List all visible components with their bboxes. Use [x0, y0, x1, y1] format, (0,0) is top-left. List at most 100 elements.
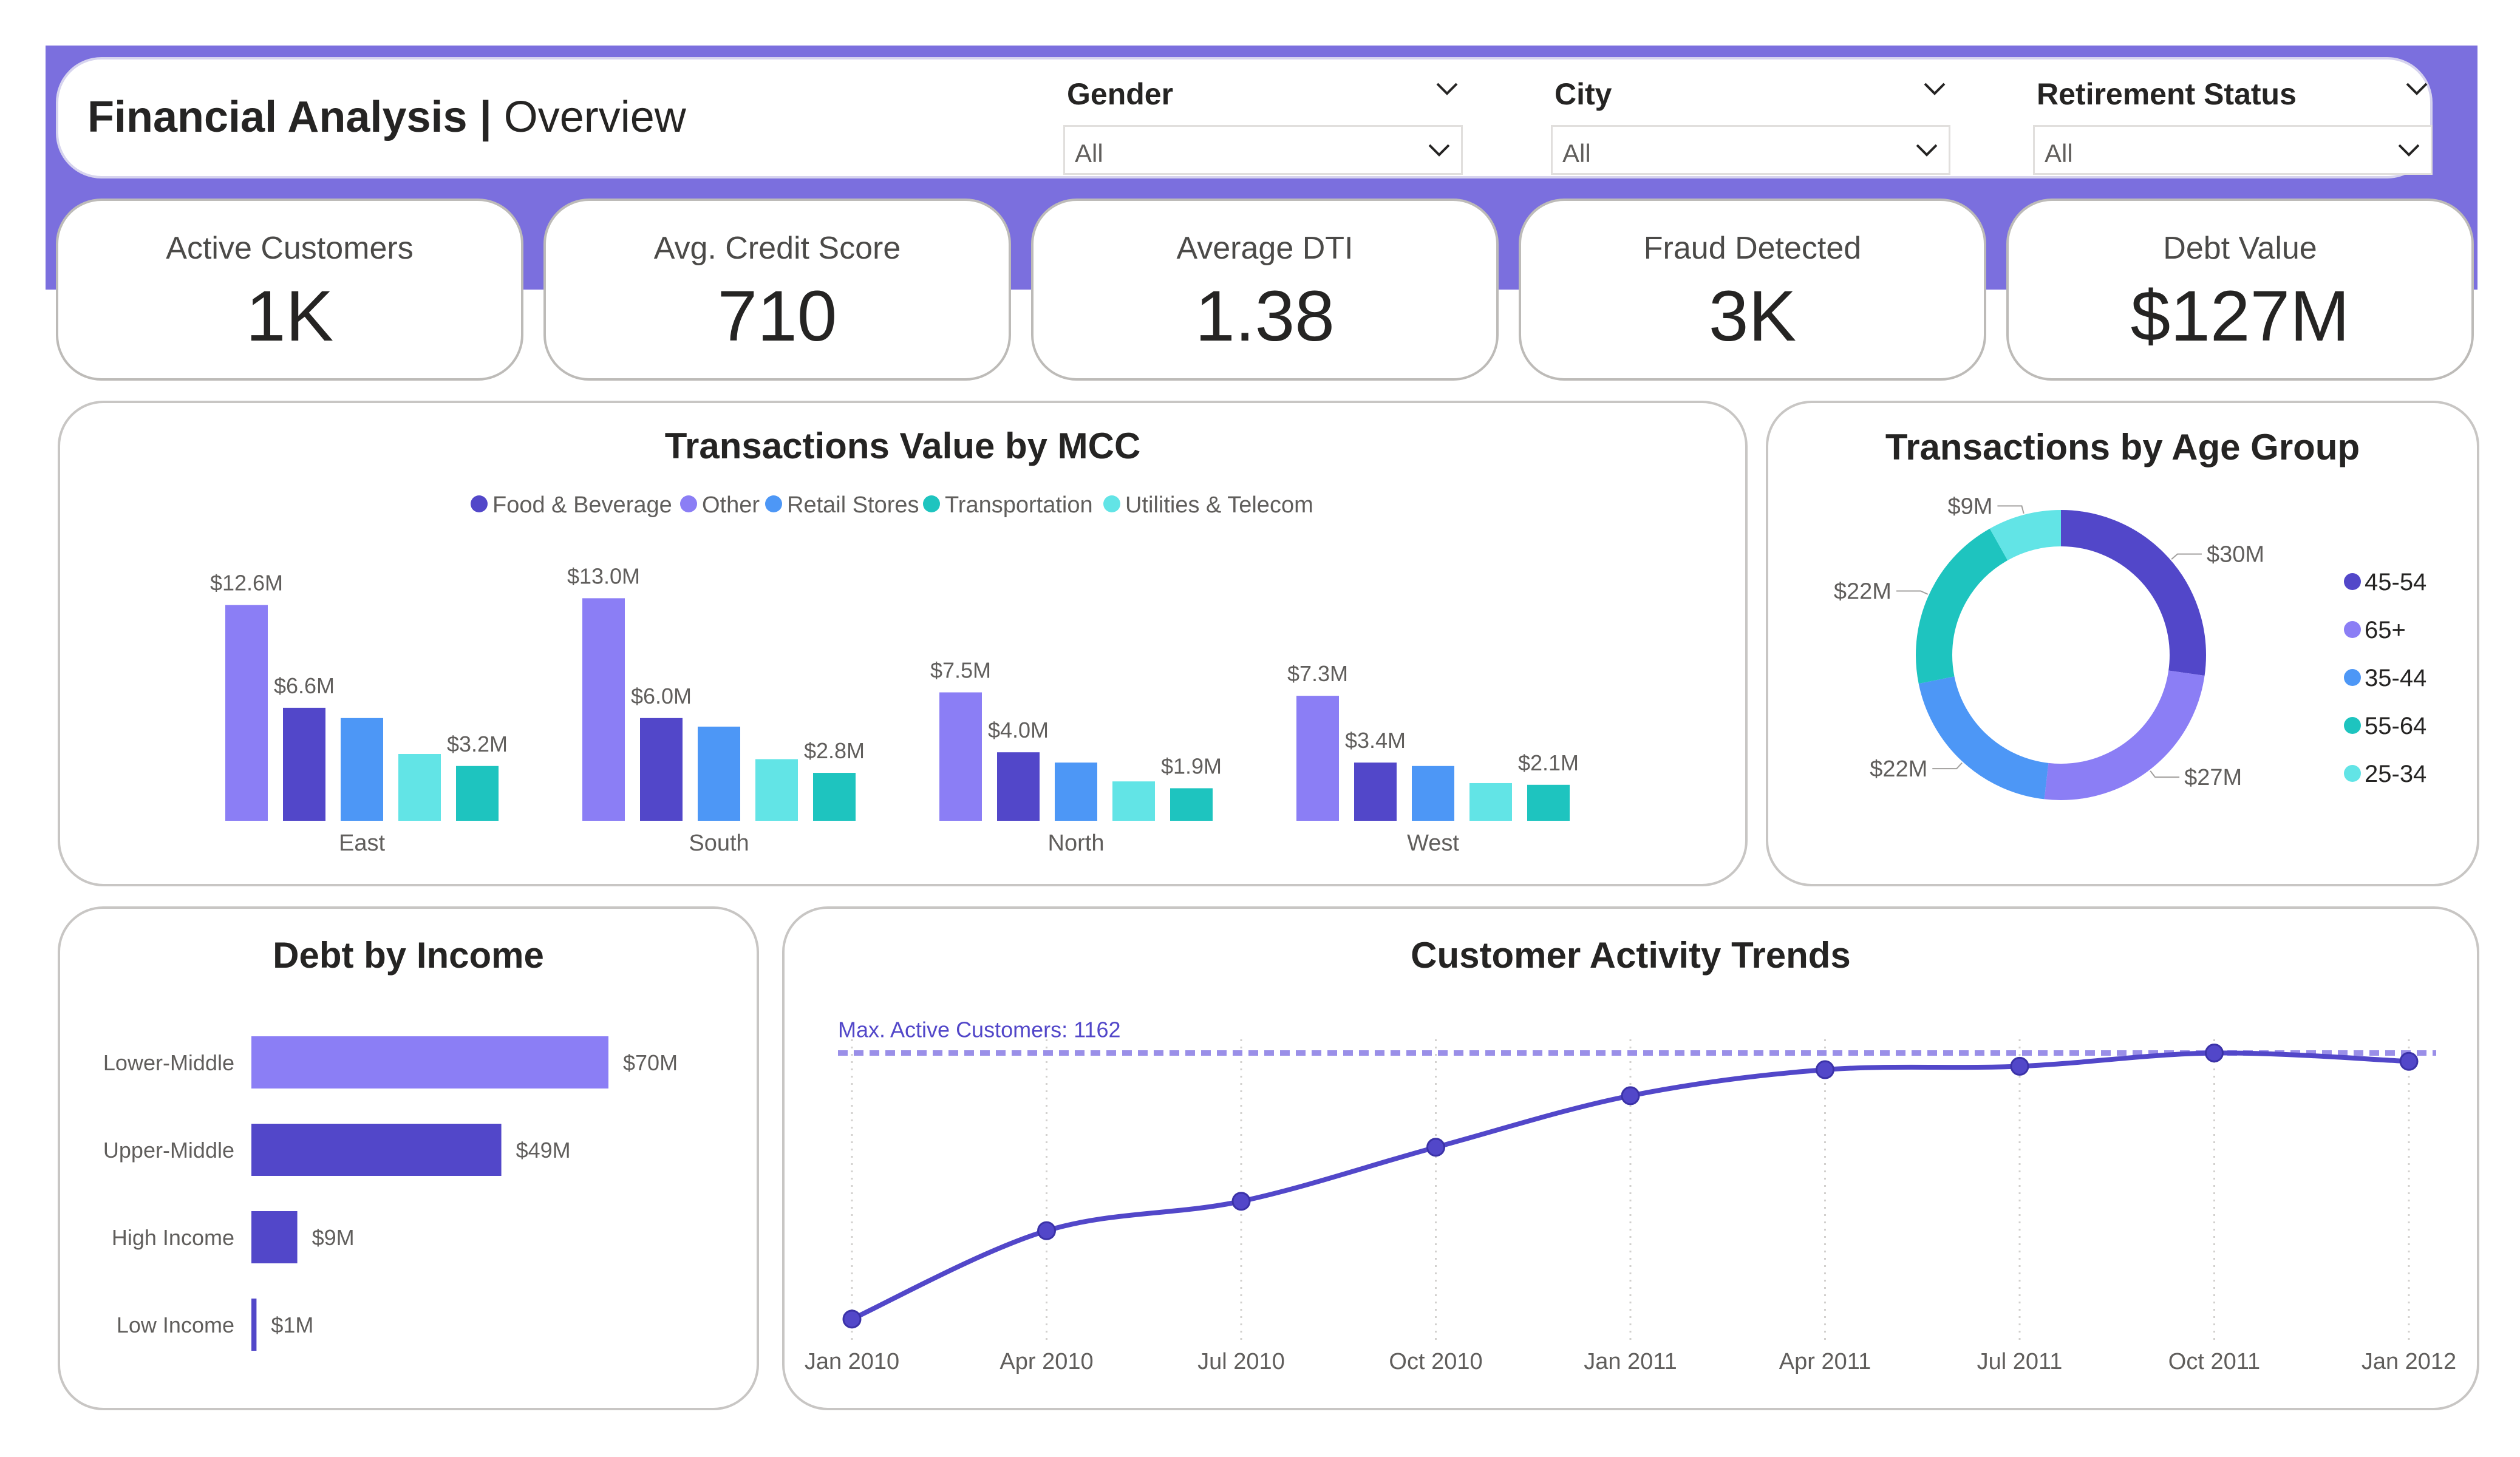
legend-marker	[923, 495, 940, 512]
legend-label: 25-34	[2365, 761, 2426, 787]
data-point	[1231, 1192, 1251, 1211]
bar	[283, 707, 325, 821]
leader-line	[2150, 770, 2180, 778]
bar	[1469, 783, 1512, 821]
data-label: $7.5M	[930, 658, 991, 683]
retirement-status-dropdown[interactable]: All	[2033, 125, 2433, 175]
income-bar-chart: Lower-Middle $70M Upper-Middle $49M High Inc…	[103, 1036, 678, 1351]
bar	[582, 598, 625, 821]
y-tick-label: Upper-Middle	[103, 1138, 234, 1163]
leader-line	[1932, 762, 1963, 770]
bar	[251, 1299, 257, 1351]
kpi-label: Average DTI	[1176, 231, 1354, 266]
data-point	[1621, 1086, 1640, 1105]
x-tick-label: Oct 2011	[2168, 1349, 2260, 1374]
retirement-status-dropdown-value: All	[2045, 139, 2073, 168]
legend-label: 45-54	[2365, 569, 2426, 596]
data-point	[1037, 1221, 1056, 1240]
chevron-down-icon[interactable]	[1434, 75, 1460, 102]
kpi-label: Active Customers	[166, 231, 414, 266]
x-tick-label: Jul 2010	[1197, 1349, 1285, 1374]
data-label: $7.3M	[1287, 661, 1348, 686]
data-point	[1816, 1060, 1834, 1079]
kpi-label: Debt Value	[2163, 231, 2317, 266]
page-title: Financial Analysis | Overview	[87, 92, 686, 142]
y-tick-label: High Income	[112, 1225, 234, 1250]
header-card: Financial Analysis | Overview Gender All…	[56, 57, 2433, 178]
kpi-card-debt-value: Debt Value $127M	[2006, 199, 2474, 381]
data-point	[1426, 1138, 1445, 1157]
kpi-value: 3K	[1708, 276, 1797, 356]
gender-slicer-label: Gender	[1067, 77, 1174, 111]
x-tick-label: Jan 2011	[1584, 1349, 1677, 1374]
bar	[1170, 788, 1213, 821]
bar	[398, 754, 441, 821]
bar	[456, 766, 499, 821]
chevron-down-icon	[1428, 144, 1450, 157]
x-tick-label: Apr 2011	[1779, 1349, 1871, 1374]
page-title-sub: Overview	[503, 93, 686, 141]
legend-marker	[2344, 573, 2361, 590]
city-dropdown-value: All	[1562, 139, 1591, 168]
leader-line	[1896, 590, 1929, 595]
legend-label: 55-64	[2365, 713, 2426, 739]
page-title-main: Financial Analysis |	[87, 93, 492, 141]
data-label: $2.1M	[1518, 750, 1579, 775]
kpi-label: Fraud Detected	[1643, 231, 1862, 266]
gender-dropdown-value: All	[1075, 139, 1103, 168]
bar	[225, 605, 268, 821]
x-tick-label: North	[1048, 830, 1105, 856]
slice-label: $22M	[1870, 756, 1927, 782]
legend-label: 65+	[2365, 617, 2406, 644]
legend-label: Transportation	[945, 492, 1093, 518]
mcc-bar-chart: Food & Beverage Other Retail Stores Transpo…	[210, 492, 1579, 856]
bar	[997, 752, 1040, 821]
y-tick-label: Low Income	[117, 1313, 234, 1337]
slice-label: $9M	[1948, 494, 1993, 519]
x-tick-label: West	[1407, 830, 1459, 856]
x-tick-label: Jan 2012	[2362, 1349, 2456, 1374]
city-dropdown[interactable]: All	[1551, 125, 1950, 175]
legend-marker	[471, 495, 488, 512]
bar	[813, 773, 856, 821]
legend-marker	[2344, 717, 2361, 734]
kpi-value: 710	[717, 276, 837, 356]
slice-label: $22M	[1834, 579, 1892, 604]
data-label: $1.9M	[1161, 753, 1222, 778]
legend-label: Retail Stores	[787, 492, 919, 518]
legend-marker	[680, 495, 697, 512]
bar	[251, 1036, 608, 1089]
data-label: $3.2M	[447, 732, 508, 756]
leader-line	[2171, 553, 2202, 560]
x-tick-label: East	[339, 830, 385, 856]
data-label: $6.6M	[274, 673, 335, 698]
x-tick-label: Apr 2010	[999, 1349, 1093, 1374]
bar	[755, 759, 798, 821]
bar	[1055, 762, 1097, 821]
bar	[1412, 766, 1454, 821]
bar	[939, 692, 982, 821]
trend-chart-panel: Customer Activity Trends Max. Active Cus…	[782, 906, 2479, 1410]
data-label: $70M	[623, 1050, 678, 1075]
legend-label: Food & Beverage	[492, 492, 672, 518]
data-label: $4.0M	[988, 718, 1049, 742]
retirement-status-slicer-label: Retirement Status	[2037, 77, 2297, 111]
bar	[698, 726, 740, 821]
chevron-down-icon[interactable]	[1921, 75, 1948, 102]
chevron-down-icon[interactable]	[2403, 75, 2430, 102]
data-label: $3.4M	[1345, 728, 1406, 753]
age-chart-panel: Transactions by Age Group $30M 45-54 $27M 6…	[1766, 401, 2479, 886]
leader-line	[1997, 505, 2025, 514]
gender-dropdown[interactable]: All	[1063, 125, 1463, 175]
kpi-value: 1K	[245, 276, 334, 356]
trend-line-chart: Max. Active Customers: 1162 Jan 2010 Apr 2…	[805, 1017, 2456, 1374]
legend-marker	[2344, 765, 2361, 782]
data-label: $1M	[271, 1313, 313, 1337]
legend-marker	[2344, 621, 2361, 638]
slice-label: $27M	[2184, 765, 2242, 790]
bar	[1354, 762, 1397, 821]
legend-marker	[1103, 495, 1120, 512]
data-label: $9M	[312, 1225, 355, 1250]
age-donut-chart: $30M 45-54 $27M 65+ $22M 35-44 $22M 55-64 $9M 25-…	[1834, 494, 2426, 800]
city-slicer-label: City	[1555, 77, 1612, 111]
